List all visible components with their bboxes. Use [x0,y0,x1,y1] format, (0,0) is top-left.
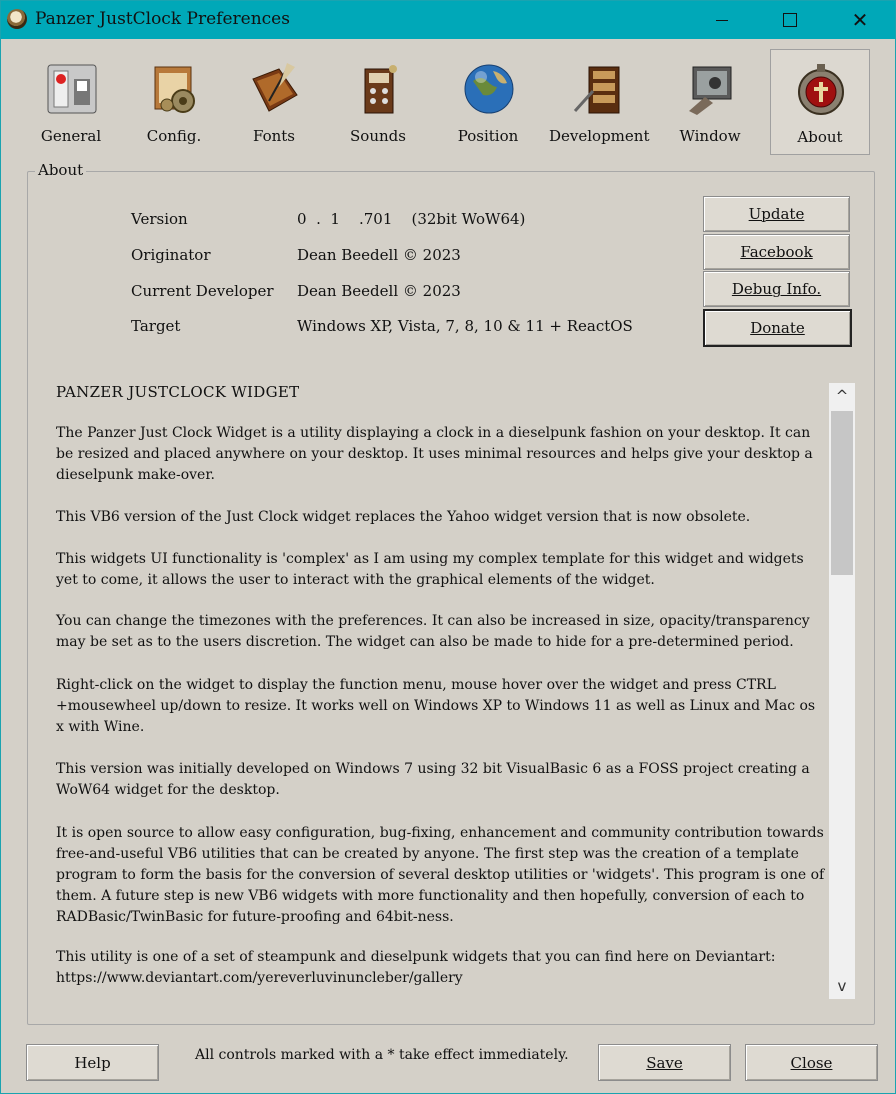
originator-label: Originator [131,246,211,264]
close-button-label: Close [790,1053,833,1072]
fonts-book-quill-icon [252,63,298,112]
facebook-button-label: Facebook [740,243,813,261]
save-button-label: Save [646,1053,683,1072]
scroll-up-arrow-icon[interactable]: ^ [829,383,855,409]
title-bar[interactable]: Panzer JustClock Preferences ✕ [1,1,895,39]
target-label: Target [131,317,181,335]
maximize-icon [783,13,797,27]
update-button-label: Update [748,205,805,223]
about-paragraph: This utility is one of a set of steampun… [56,949,776,986]
donate-button-label: Donate [750,319,805,337]
about-paragraph: This version was initially developed on … [56,761,810,798]
minimize-icon [716,19,728,21]
maximize-button[interactable] [767,1,813,39]
tab-general-label: General [40,127,102,145]
position-globe-icon [464,64,514,114]
close-icon: ✕ [851,8,869,32]
config-gears-icon [154,66,195,113]
help-button-label: Help [74,1053,111,1072]
about-paragraph: It is open source to allow easy configur… [56,825,825,925]
status-text: All controls marked with a * take effect… [195,1047,569,1063]
update-button[interactable]: Update [703,196,850,232]
about-paragraph: You can change the timezones with the pr… [56,613,810,650]
tab-development[interactable]: Development [549,49,650,153]
about-text-panel[interactable]: PANZER JUSTCLOCK WIDGET The Panzer Just … [41,377,857,1001]
scrollbar-thumb[interactable] [831,411,853,575]
tab-general[interactable]: General [22,49,120,153]
help-button[interactable]: Help [26,1044,159,1081]
tab-about-label: About [797,128,843,146]
developer-value: Dean Beedell © 2023 [297,282,461,300]
clock-app-icon [7,9,27,29]
about-heading: PANZER JUSTCLOCK WIDGET [56,383,300,401]
preferences-toolbar: General Config. Fonts Sounds Position De… [19,45,879,155]
text-scrollbar[interactable]: ^ v [829,383,855,999]
donate-button[interactable]: Donate [703,309,852,347]
tab-position[interactable]: Position [439,49,537,153]
development-desk-icon [573,66,620,114]
debug-info-button-label: Debug Info. [731,280,822,298]
version-label: Version [131,210,188,228]
sounds-radio-icon [364,65,397,114]
tab-sounds-label: Sounds [350,127,406,145]
about-paragraph: This widgets UI functionality is 'comple… [56,551,804,588]
about-emblem-icon [798,64,844,115]
tab-window-label: Window [679,127,741,145]
about-paragraph: This VB6 version of the Just Clock widge… [56,509,751,525]
preferences-window: Panzer JustClock Preferences ✕ General C… [0,0,896,1094]
minimize-button[interactable] [699,1,745,39]
developer-label: Current Developer [131,282,274,300]
about-group-title: About [35,161,87,179]
close-window-button[interactable]: ✕ [837,1,883,39]
debug-info-button[interactable]: Debug Info. [703,271,850,307]
general-switch-icon [47,64,97,114]
tab-fonts[interactable]: Fonts [225,49,323,153]
version-value: 0 . 1 .701 (32bit WoW64) [297,210,526,228]
tab-position-label: Position [457,127,519,145]
facebook-button[interactable]: Facebook [703,234,850,270]
tab-fonts-label: Fonts [252,127,295,145]
tab-about[interactable]: About [770,49,870,155]
originator-value: Dean Beedell © 2023 [297,246,461,264]
target-value: Windows XP, Vista, 7, 8, 10 & 11 + React… [297,317,633,335]
tab-window[interactable]: Window [661,49,759,153]
tab-config[interactable]: Config. [125,49,223,153]
window-monitor-icon [689,66,732,115]
tab-sounds[interactable]: Sounds [329,49,427,153]
tab-config-label: Config. [146,127,202,145]
scroll-down-arrow-icon[interactable]: v [829,973,855,999]
tab-development-label: Development [549,127,650,145]
close-button[interactable]: Close [745,1044,878,1081]
window-title: Panzer JustClock Preferences [35,9,290,29]
about-paragraph: The Panzer Just Clock Widget is a utilit… [56,425,813,483]
about-paragraph: Right-click on the widget to display the… [56,677,816,735]
save-button[interactable]: Save [598,1044,731,1081]
